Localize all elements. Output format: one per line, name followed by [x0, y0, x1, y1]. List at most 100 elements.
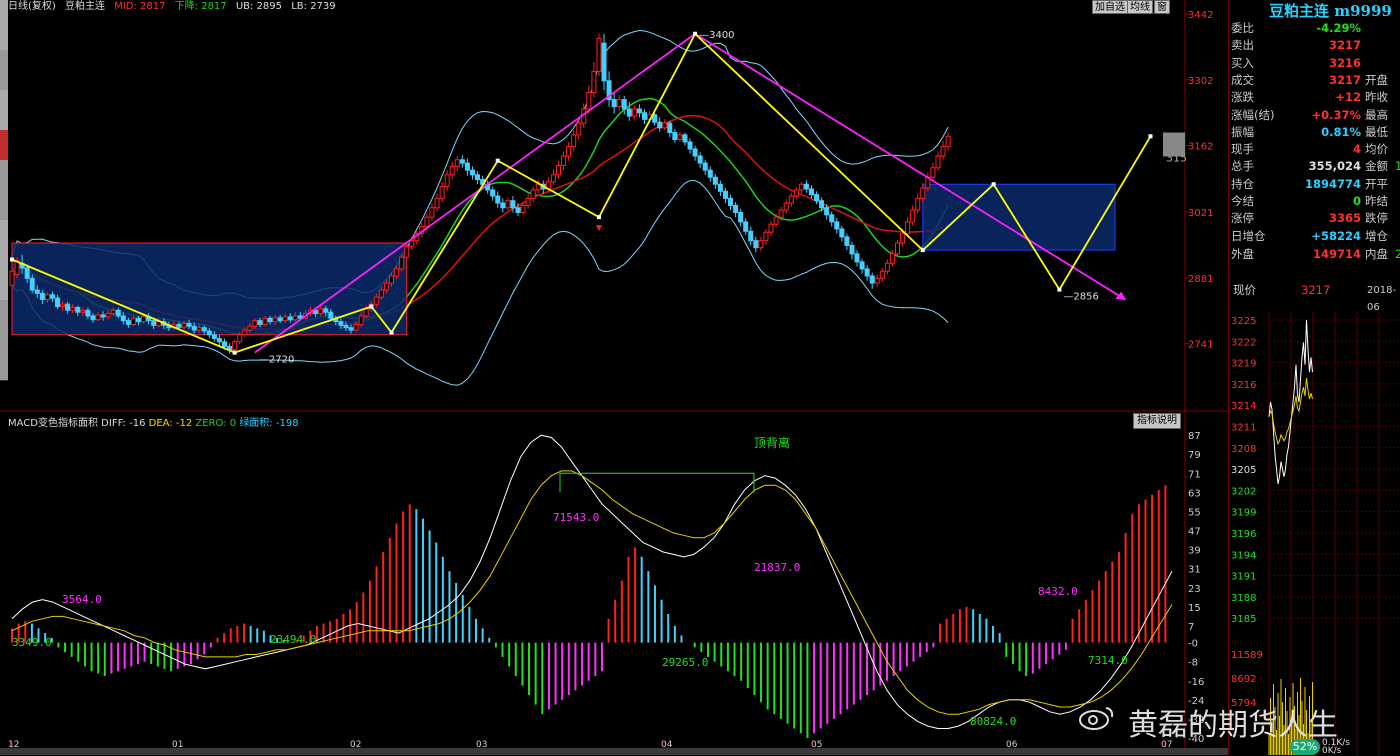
quote-row: 成交 3217 开盘 — [1231, 72, 1400, 89]
quote-row: 买入 3216 — [1231, 55, 1400, 72]
indicator-help-button[interactable]: 指标说明 — [1133, 413, 1181, 429]
quote-row: 今结 0 昨结 — [1231, 193, 1400, 210]
zigzag-node — [232, 350, 237, 355]
candle-body — [130, 317, 136, 325]
mini-tick-label: 3199 — [1231, 508, 1256, 519]
candle-body — [834, 221, 840, 230]
quote-key2: 增仓 — [1365, 228, 1388, 243]
candle-body — [864, 268, 870, 277]
candle-body — [596, 37, 602, 72]
quote-key2: 均价 — [1365, 142, 1388, 157]
download-speed: 0K/s — [1322, 746, 1342, 756]
quote-row: 总手 355,024 金额 1 — [1231, 158, 1400, 175]
candle-body — [120, 315, 126, 322]
y-tick-label: 3021 — [1188, 208, 1213, 219]
candle-body — [900, 233, 906, 244]
candle-body — [464, 162, 470, 171]
divergence-marker — [559, 472, 755, 493]
quote-value: +0.37% — [1311, 107, 1361, 122]
zigzag-node — [991, 182, 996, 187]
candle-body — [905, 221, 911, 235]
intraday-chart[interactable]: 3225 3222 3219 3216 3214 3211 3208 3205 3202 3199… — [1229, 312, 1400, 755]
candle-body — [95, 314, 101, 321]
zigzag-node — [495, 158, 500, 163]
candle-body — [429, 207, 435, 218]
candle-body — [328, 311, 334, 319]
candle-body — [550, 174, 556, 183]
candle-body — [535, 183, 541, 191]
quote-value: 0.81% — [1321, 124, 1361, 139]
candle-body — [439, 186, 445, 199]
macd-diff: DIFF: -16 — [101, 418, 146, 429]
quote-row: 卖出 3217 — [1231, 37, 1400, 54]
macd-header: MACD变色指标面积 DIFF: -16 DEA: -12 ZERO: 0 绿面… — [8, 414, 299, 429]
y-tick-label: 3442 — [1188, 10, 1213, 21]
candle-body — [100, 314, 106, 318]
trend-arrow-icon — [1115, 291, 1127, 301]
quote-key: 涨幅(结) — [1231, 107, 1275, 122]
chart-svg[interactable]: —3400—2720—2856315 顶背离3349.03564.023494.… — [0, 0, 1228, 755]
quote-row: 日增仓 +58224 增仓 — [1231, 228, 1400, 245]
y-tick-label: 2741 — [1188, 340, 1213, 351]
macd-tick-label: 79 — [1188, 450, 1201, 461]
quote-key: 今结 — [1231, 194, 1254, 208]
quote-row: 委比 -4.29% — [1231, 20, 1400, 37]
area-label: 3349.0 — [12, 636, 52, 649]
candle-body — [920, 187, 926, 199]
candle-body — [520, 204, 526, 213]
quote-title: 豆粕主连 m9999 — [1269, 2, 1392, 20]
area-label: 80824.0 — [970, 715, 1016, 728]
candle-body — [282, 316, 288, 322]
mini-tick-label: 3202 — [1231, 486, 1256, 497]
quote-key2: 最高 — [1365, 107, 1388, 122]
candle-body — [884, 262, 890, 272]
candle-body — [75, 306, 81, 313]
quote-value: 149714 — [1312, 246, 1361, 261]
now-price-label: 现价 — [1233, 283, 1256, 297]
candle-body — [631, 108, 637, 117]
candle-body — [616, 99, 622, 108]
candle-body — [85, 309, 91, 317]
candle-body — [216, 338, 222, 343]
candle-body — [945, 135, 951, 148]
bottom-scrollbar[interactable] — [0, 748, 1228, 755]
candle-body — [561, 155, 567, 166]
quote-key2: 跌停 — [1365, 211, 1388, 226]
quote-key: 涨跌 — [1231, 90, 1254, 105]
candle-body — [90, 315, 96, 321]
candle-body — [895, 242, 900, 255]
candle-body — [191, 325, 197, 331]
candle-body — [55, 297, 61, 308]
current-price-marker — [1163, 132, 1185, 157]
macd-tick-label: 31 — [1188, 565, 1201, 576]
extreme-label: —3400 — [699, 30, 734, 41]
candle-body — [798, 183, 804, 191]
mini-tick-label: 3208 — [1231, 444, 1256, 455]
quote-value: +58224 — [1311, 228, 1361, 243]
mini-tick-label: 3194 — [1231, 550, 1256, 561]
candle-body — [272, 317, 278, 323]
quote-value: 0 — [1352, 194, 1361, 208]
area-label: 3564.0 — [62, 593, 102, 606]
candle-body — [505, 200, 511, 209]
candle-body — [24, 267, 30, 279]
y-tick-label: 3162 — [1188, 142, 1213, 153]
candle-body — [748, 230, 754, 242]
box-region — [922, 183, 1116, 251]
candle-body — [257, 320, 263, 325]
candle-body — [717, 183, 723, 192]
candle-body — [176, 323, 182, 328]
candle-body — [778, 209, 784, 218]
zigzag-node — [596, 215, 601, 220]
macd-tick-label: 47 — [1188, 527, 1201, 538]
candle-body — [667, 122, 673, 134]
candle-body — [211, 334, 217, 340]
diff-line — [11, 434, 1173, 729]
candle-body — [712, 176, 718, 185]
candle-body — [601, 42, 607, 82]
mini-tick-label: 3191 — [1231, 572, 1256, 583]
mini-tick-label: 3225 — [1231, 316, 1256, 327]
quote-row: 持仓 1894774 开平 — [1231, 176, 1400, 193]
mini-tick-label: 3214 — [1231, 401, 1256, 412]
candle-body — [859, 261, 865, 270]
